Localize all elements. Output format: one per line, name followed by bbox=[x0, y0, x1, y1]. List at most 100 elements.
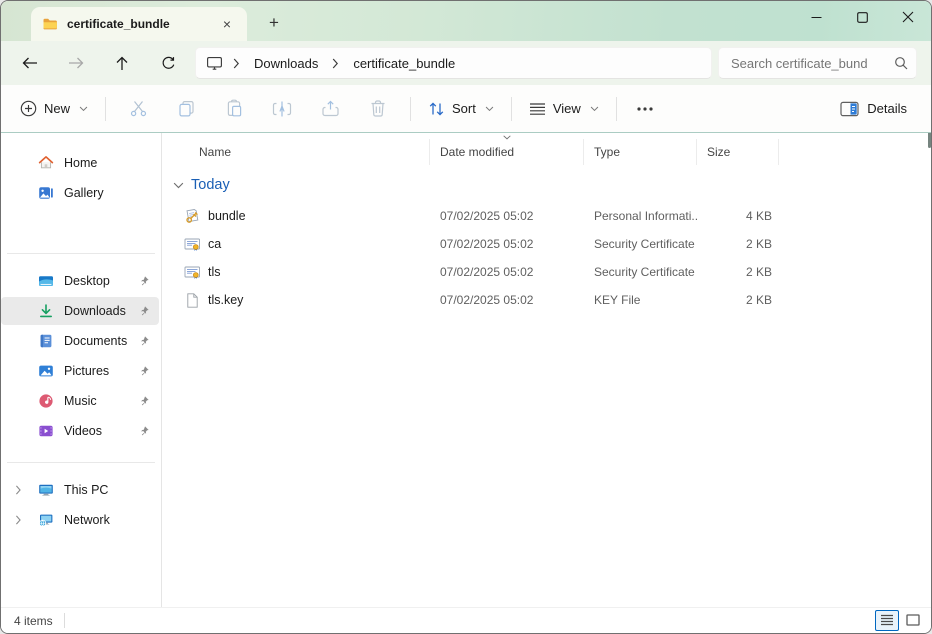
details-view-toggle[interactable] bbox=[875, 610, 899, 631]
copy-button[interactable] bbox=[164, 92, 208, 126]
new-tab-button[interactable]: + bbox=[259, 8, 289, 38]
sidebar-item-desktop[interactable]: Desktop bbox=[1, 267, 159, 295]
navigation-sidebar: Home Gallery bbox=[1, 133, 162, 607]
chevron-down-icon[interactable] bbox=[173, 182, 184, 189]
file-size: 2 KB bbox=[697, 265, 779, 279]
chevron-down-icon bbox=[485, 106, 494, 112]
sidebar-item-videos[interactable]: Videos bbox=[1, 417, 159, 445]
maximize-button[interactable] bbox=[839, 1, 885, 33]
tab-title: certificate_bundle bbox=[67, 17, 206, 31]
sidebar-item-pictures[interactable]: Pictures bbox=[1, 357, 159, 385]
this-pc-icon bbox=[38, 482, 54, 498]
back-button[interactable] bbox=[7, 45, 53, 81]
security-certificate-icon bbox=[184, 236, 201, 253]
new-button[interactable]: New bbox=[11, 92, 97, 126]
forward-button[interactable] bbox=[53, 45, 99, 81]
file-date: 07/02/2025 05:02 bbox=[430, 209, 584, 223]
home-icon bbox=[38, 155, 54, 171]
group-label: Today bbox=[191, 177, 230, 193]
file-name: tls.key bbox=[208, 293, 243, 307]
sidebar-item-downloads[interactable]: Downloads bbox=[1, 297, 159, 325]
toolbar-divider bbox=[616, 97, 617, 121]
sidebar-item-network[interactable]: Network bbox=[1, 506, 159, 534]
file-size: 2 KB bbox=[697, 293, 779, 307]
tab-certificate-bundle[interactable]: certificate_bundle × bbox=[31, 7, 247, 41]
file-row-tls[interactable]: tls 07/02/2025 05:02 Security Certificat… bbox=[162, 258, 931, 286]
sort-button-label: Sort bbox=[452, 101, 476, 116]
delete-button[interactable] bbox=[356, 92, 400, 126]
search-input[interactable] bbox=[731, 56, 888, 71]
tab-bar: certificate_bundle × + bbox=[1, 1, 931, 41]
details-pane-button[interactable]: Details bbox=[832, 92, 915, 126]
sort-descending-indicator-icon bbox=[502, 135, 511, 140]
group-header-today[interactable]: Today bbox=[162, 169, 931, 201]
thumbnail-view-toggle[interactable] bbox=[901, 610, 925, 631]
breadcrumb-chevron-icon bbox=[328, 58, 343, 69]
more-options-button[interactable] bbox=[627, 92, 663, 126]
file-row-bundle[interactable]: bundle 07/02/2025 05:02 Personal Informa… bbox=[162, 202, 931, 230]
column-header-date-modified[interactable]: Date modified bbox=[430, 139, 584, 165]
file-row-tls-key[interactable]: tls.key 07/02/2025 05:02 KEY File 2 KB bbox=[162, 286, 931, 314]
details-pane-label: Details bbox=[867, 101, 907, 116]
pin-icon bbox=[138, 335, 150, 347]
this-pc-monitor-icon[interactable] bbox=[206, 55, 227, 71]
close-button[interactable] bbox=[885, 1, 931, 33]
sort-arrows-icon bbox=[428, 101, 445, 117]
file-name: tls bbox=[208, 265, 221, 279]
file-row-ca[interactable]: ca 07/02/2025 05:02 Security Certificate… bbox=[162, 230, 931, 258]
address-bar[interactable]: Downloads certificate_bundle bbox=[195, 47, 712, 79]
chevron-right-icon[interactable] bbox=[14, 515, 24, 525]
view-button[interactable]: View bbox=[520, 92, 608, 126]
chevron-down-icon bbox=[590, 106, 599, 112]
search-icon[interactable] bbox=[894, 56, 908, 70]
videos-icon bbox=[38, 423, 54, 439]
file-list-pane: Name Date modified Type Size bbox=[162, 133, 931, 607]
sidebar-item-gallery[interactable]: Gallery bbox=[1, 179, 159, 207]
toolbar-divider bbox=[410, 97, 411, 121]
share-button[interactable] bbox=[308, 92, 352, 126]
details-pane-icon bbox=[840, 101, 859, 117]
rename-button[interactable] bbox=[260, 92, 304, 126]
folder-icon bbox=[42, 16, 58, 32]
sidebar-item-music[interactable]: Music bbox=[1, 387, 159, 415]
breadcrumb-downloads[interactable]: Downloads bbox=[246, 53, 326, 74]
search-box[interactable] bbox=[718, 47, 917, 79]
breadcrumb-certificate-bundle[interactable]: certificate_bundle bbox=[345, 53, 463, 74]
sidebar-item-home[interactable]: Home bbox=[1, 149, 159, 177]
pin-icon bbox=[138, 395, 150, 407]
pfx-certificate-icon bbox=[184, 208, 201, 225]
cut-button[interactable] bbox=[116, 92, 160, 126]
column-headers: Name Date modified Type Size bbox=[162, 139, 931, 165]
file-type: KEY File bbox=[584, 293, 697, 307]
chevron-right-icon[interactable] bbox=[14, 485, 24, 495]
item-count: 4 items bbox=[14, 614, 53, 628]
documents-icon bbox=[38, 333, 54, 349]
file-date: 07/02/2025 05:02 bbox=[430, 237, 584, 251]
paste-button[interactable] bbox=[212, 92, 256, 126]
pin-icon bbox=[138, 305, 150, 317]
file-type: Security Certificate bbox=[584, 265, 697, 279]
file-name: bundle bbox=[208, 209, 246, 223]
sidebar-item-this-pc[interactable]: This PC bbox=[1, 476, 159, 504]
pin-icon bbox=[138, 275, 150, 287]
file-type: Security Certificate bbox=[584, 237, 697, 251]
minimize-button[interactable] bbox=[793, 1, 839, 33]
music-icon bbox=[38, 393, 54, 409]
column-header-type[interactable]: Type bbox=[584, 139, 697, 165]
column-header-size[interactable]: Size bbox=[697, 139, 779, 165]
desktop-icon bbox=[38, 273, 54, 289]
downloads-icon bbox=[38, 303, 54, 319]
vertical-scrollbar-thumb[interactable] bbox=[928, 133, 931, 148]
column-header-name[interactable]: Name bbox=[162, 139, 430, 165]
gallery-icon bbox=[38, 185, 54, 201]
file-explorer-window: certificate_bundle × + bbox=[0, 0, 932, 634]
tab-close-icon[interactable]: × bbox=[215, 12, 239, 36]
navigation-bar: Downloads certificate_bundle bbox=[1, 41, 931, 85]
sidebar-item-documents[interactable]: Documents bbox=[1, 327, 159, 355]
refresh-button[interactable] bbox=[145, 45, 191, 81]
sort-button[interactable]: Sort bbox=[419, 92, 503, 126]
file-size: 4 KB bbox=[697, 209, 779, 223]
up-button[interactable] bbox=[99, 45, 145, 81]
file-size: 2 KB bbox=[697, 237, 779, 251]
view-button-label: View bbox=[553, 101, 581, 116]
